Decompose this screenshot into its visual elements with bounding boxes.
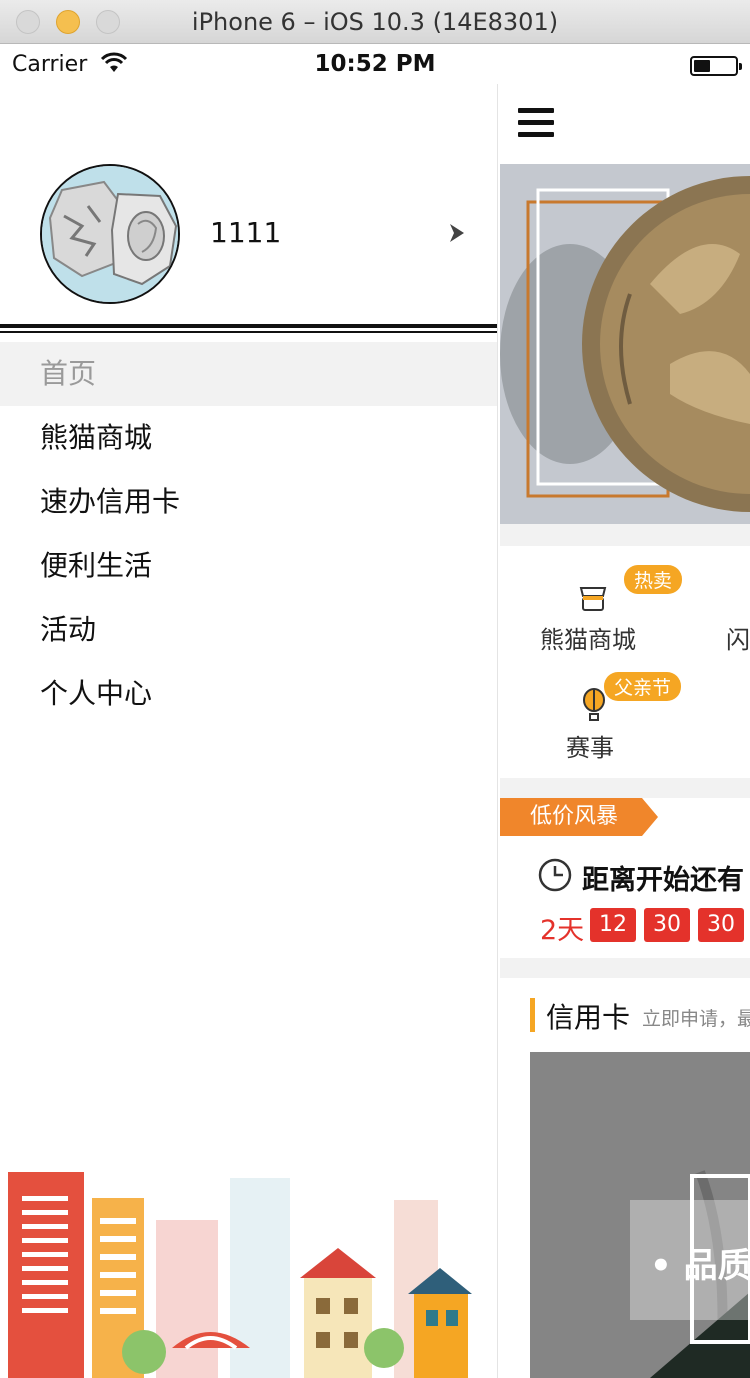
credit-section-subtitle: 立即申请，最 [642, 1008, 750, 1030]
category-events[interactable]: 赛事 [566, 728, 614, 763]
chevron-right-icon [450, 224, 464, 242]
status-bar: Carrier 10:52 PM [0, 44, 750, 84]
profile-header[interactable]: 1111 [0, 84, 497, 326]
status-time: 10:52 PM [314, 51, 436, 77]
menu-item-panda-mall[interactable]: 熊猫商城 [0, 406, 497, 470]
countdown-seconds: 30 [698, 908, 744, 942]
countdown-days: 2天 [540, 915, 585, 946]
fathers-day-badge: 父亲节 [604, 672, 682, 701]
side-drawer: 1111 首页 熊猫商城 速办信用卡 便利生活 活动 个人中心 [0, 84, 498, 1378]
simulator-title-bar: iPhone 6 – iOS 10.3 (14E8301) [0, 0, 750, 44]
menu-item-activities[interactable]: 活动 [0, 598, 497, 662]
avatar[interactable] [40, 164, 180, 304]
menu-item-credit-card[interactable]: 速办信用卡 [0, 470, 497, 534]
menu-item-home[interactable]: 首页 [0, 342, 497, 406]
home-banner[interactable] [500, 164, 750, 524]
medal-image [500, 164, 750, 524]
balloon-icon [583, 688, 605, 721]
city-illustration [8, 1172, 472, 1378]
clock-icon [538, 858, 572, 892]
category-panda-mall[interactable]: 熊猫商城 [540, 620, 636, 655]
credit-card-banner[interactable]: • 品质 [530, 1052, 750, 1378]
battery-icon [690, 56, 742, 76]
main-content: 热卖 熊猫商城 闪 父亲节 赛事 低价风暴 距离开始还有 2天 12 30 30… [500, 84, 750, 1378]
category-flash[interactable]: 闪 [726, 620, 750, 655]
countdown-title: 距离开始还有 [582, 865, 744, 896]
menu-item-profile[interactable]: 个人中心 [0, 662, 497, 726]
countdown-minutes: 30 [644, 908, 690, 942]
menu-item-convenience[interactable]: 便利生活 [0, 534, 497, 598]
hot-sale-badge: 热卖 [624, 565, 683, 594]
shop-icon [579, 587, 607, 611]
divider [0, 331, 497, 333]
credit-section-title: 信用卡 [546, 1001, 631, 1034]
section-accent-bar [530, 998, 535, 1032]
window-title: iPhone 6 – iOS 10.3 (14E8301) [191, 8, 559, 36]
section-divider [500, 778, 750, 798]
hamburger-menu-icon[interactable] [518, 108, 554, 140]
quality-label: • 品质 [650, 1246, 750, 1286]
drawer-menu: 首页 熊猫商城 速办信用卡 便利生活 活动 个人中心 [0, 342, 497, 726]
section-divider [500, 958, 750, 978]
countdown-hours: 12 [590, 908, 636, 942]
coin-image [42, 166, 178, 302]
divider [0, 324, 497, 328]
section-divider [500, 524, 750, 546]
flash-sale-tag[interactable]: 低价风暴 [500, 798, 658, 836]
username-label: 1111 [210, 216, 282, 249]
